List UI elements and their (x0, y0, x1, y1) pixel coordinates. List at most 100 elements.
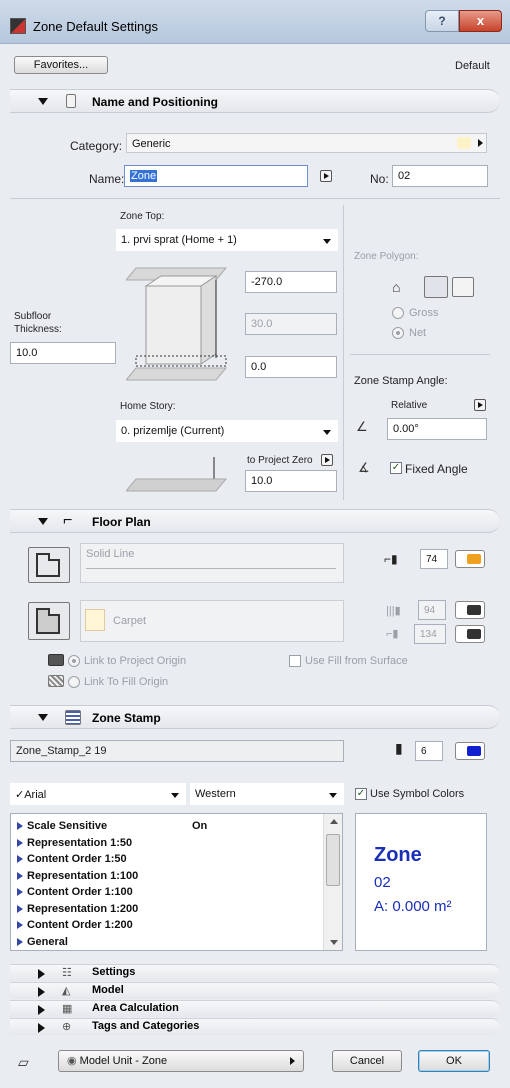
list-item[interactable]: Representation 1:100 (17, 869, 317, 884)
section-title: Area Calculation (92, 1002, 179, 1014)
polygon-tool-icon[interactable]: ⌂ (392, 278, 414, 296)
list-item[interactable]: Content Order 1:50 (17, 852, 317, 867)
stamp-parameters-list[interactable]: Scale Sensitive On Representation 1:50 Cont… (10, 813, 343, 951)
net-radio[interactable] (392, 327, 404, 339)
scroll-up-icon[interactable] (330, 819, 338, 824)
background-pen-swatch[interactable] (455, 625, 485, 643)
expand-arrow-icon[interactable] (38, 969, 45, 979)
list-item[interactable]: Representation 1:50 (17, 836, 317, 851)
close-button[interactable]: x (459, 10, 502, 32)
line-type-select[interactable]: Solid Line (80, 543, 344, 583)
section-header-settings[interactable]: ☷ Settings (10, 964, 500, 981)
to-project-zero-input[interactable]: 10.0 (245, 470, 337, 492)
name-tag-icon (66, 94, 76, 108)
list-item[interactable]: Scale Sensitive On (17, 819, 317, 834)
stamp-angle-input[interactable]: 0.00° (387, 418, 487, 440)
expand-arrow-icon[interactable] (38, 1005, 45, 1015)
section-title: Floor Plan (92, 515, 151, 529)
dialog-window: Zone Default Settings ? x Favorites... D… (0, 0, 510, 1088)
polygon-net-icon[interactable] (424, 276, 448, 298)
list-item[interactable]: General (17, 935, 317, 950)
param-name: Representation 1:200 (27, 902, 139, 915)
home-story-select[interactable]: 0. prizemlje (Current) (116, 420, 338, 442)
project-zero-toggle-button[interactable] (321, 454, 333, 466)
tags-icon: ⊕ (62, 1021, 72, 1033)
line-pen-swatch[interactable] (455, 550, 485, 568)
favorites-button[interactable]: Favorites... (14, 56, 108, 74)
expand-arrow-icon[interactable] (17, 822, 23, 830)
zone-top-offset-input[interactable]: -270.0 (245, 271, 337, 293)
stamp-angle-label: Zone Stamp Angle: (354, 375, 448, 387)
expand-arrow-icon[interactable] (17, 838, 23, 847)
stamp-pen-swatch[interactable] (455, 742, 485, 760)
ok-button[interactable]: OK (418, 1050, 490, 1072)
use-symbol-colors-checkbox[interactable]: ✓ (355, 788, 367, 800)
fixed-angle-checkbox[interactable]: ✓ (390, 462, 402, 474)
preview-number: 02 (374, 874, 391, 891)
expand-arrow-icon[interactable] (38, 987, 45, 997)
layer-select[interactable]: ◉ Model Unit - Zone (58, 1050, 304, 1072)
expand-arrow-icon[interactable] (17, 921, 23, 929)
font-select[interactable]: ✓Arial (10, 783, 186, 805)
expand-arrow-icon[interactable] (17, 937, 23, 946)
line-pen-input[interactable]: 74 (420, 549, 448, 569)
name-label: Name: (89, 172, 125, 186)
section-header-floor-plan[interactable]: ⌐ Floor Plan (10, 509, 500, 533)
stamp-name-field[interactable]: Zone_Stamp_2 19 (10, 740, 344, 762)
link-project-origin-radio[interactable] (68, 655, 80, 667)
zone-height-input[interactable]: 30.0 (245, 313, 337, 335)
collapse-arrow-icon[interactable] (38, 98, 48, 105)
expand-arrow-icon[interactable] (38, 1023, 45, 1033)
name-options-button[interactable] (320, 170, 332, 182)
list-item[interactable]: Content Order 1:100 (17, 885, 317, 900)
fill-type-select[interactable]: Carpet (80, 600, 344, 642)
list-scrollbar[interactable] (323, 814, 342, 950)
link-fill-origin-radio[interactable] (68, 676, 80, 688)
script-value: Western (195, 788, 236, 800)
zone-bottom-offset-input[interactable]: 0.0 (245, 356, 337, 378)
scroll-thumb[interactable] (326, 834, 340, 886)
expand-arrow-icon[interactable] (17, 888, 23, 896)
angle-icon: ∠ (356, 419, 368, 434)
category-select[interactable]: Generic (126, 133, 487, 153)
polygon-gross-icon[interactable] (452, 277, 474, 297)
subfloor-thickness-input[interactable]: 10.0 (10, 342, 116, 364)
use-fill-surface-checkbox[interactable] (289, 655, 301, 667)
background-pen-input[interactable]: 134 (414, 624, 446, 644)
preview-title: Zone (374, 844, 422, 866)
settings-icon: ☷ (62, 967, 72, 979)
list-item[interactable]: Content Order 1:200 (17, 918, 317, 933)
expand-arrow-icon[interactable] (17, 871, 23, 880)
zone-contour-icon[interactable] (28, 547, 70, 583)
expand-arrow-icon[interactable] (17, 855, 23, 863)
fill-pen-swatch[interactable] (455, 601, 485, 619)
section-header-zone-stamp[interactable]: Zone Stamp (10, 705, 500, 729)
collapse-arrow-icon[interactable] (38, 714, 48, 721)
default-label: Default (455, 60, 490, 72)
cancel-button[interactable]: Cancel (332, 1050, 402, 1072)
net-label: Net (409, 327, 427, 339)
chevron-right-icon (290, 1057, 295, 1065)
param-name: General (27, 935, 68, 948)
help-button[interactable]: ? (425, 10, 459, 32)
script-select[interactable]: Western (190, 783, 344, 805)
list-item[interactable]: Representation 1:200 (17, 902, 317, 917)
relative-toggle-button[interactable] (474, 399, 486, 411)
expand-arrow-icon[interactable] (17, 904, 23, 913)
section-header-model[interactable]: ◭ Model (10, 982, 500, 999)
zone-top-select[interactable]: 1. prvi sprat (Home + 1) (116, 229, 338, 251)
section-header-area-calculation[interactable]: ▦ Area Calculation (10, 1000, 500, 1017)
name-input[interactable]: Zone (124, 165, 308, 187)
gross-radio[interactable] (392, 307, 404, 319)
stamp-pen-input[interactable]: 6 (415, 741, 443, 761)
font-value: Arial (24, 789, 47, 801)
number-input[interactable]: 02 (392, 165, 488, 187)
fill-pen-input[interactable]: 94 (418, 600, 446, 620)
zone-fill-icon[interactable] (28, 602, 70, 640)
collapse-arrow-icon[interactable] (38, 518, 48, 525)
preview-area: A: 0.000 m² (374, 898, 452, 915)
section-header-name-positioning[interactable]: Name and Positioning (10, 89, 500, 113)
section-header-tags[interactable]: ⊕ Tags and Categories (10, 1018, 500, 1035)
category-label: Category: (70, 139, 123, 153)
scroll-down-icon[interactable] (330, 940, 338, 945)
